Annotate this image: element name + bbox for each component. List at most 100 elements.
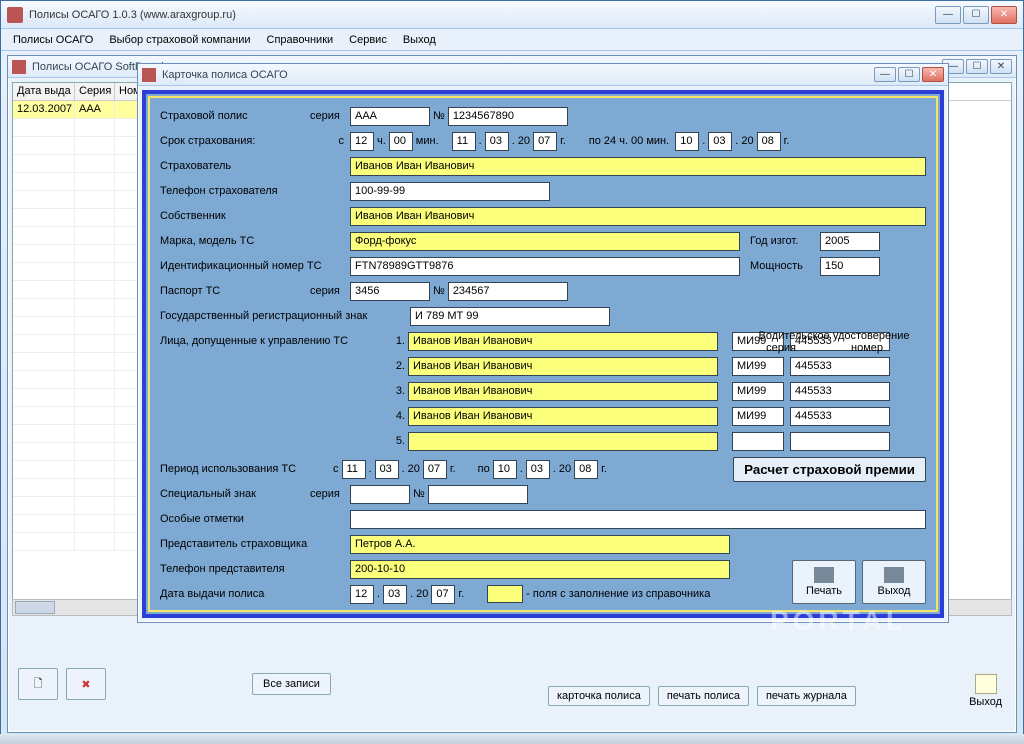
exit-icon [884,567,904,583]
label-vehicle: Марка, модель ТС [160,235,350,247]
menubar: Полисы ОСАГО Выбор страховой компании Сп… [1,29,1023,51]
driver-license-number[interactable] [790,407,890,426]
to-month-field[interactable] [708,132,732,151]
print-button[interactable]: Печать [792,560,856,604]
dialog-title: Карточка полиса ОСАГО [162,69,874,81]
passport-series-field[interactable] [350,282,430,301]
close-button[interactable]: ✕ [922,67,944,82]
rep-phone-field[interactable] [350,560,730,579]
close-button[interactable]: ✕ [990,59,1012,74]
exit-button[interactable]: Выход [862,560,926,604]
special-series-field[interactable] [350,485,410,504]
driver-license-series[interactable] [732,407,784,426]
maximize-button[interactable]: ☐ [966,59,988,74]
insurer-field[interactable] [350,157,926,176]
driver-license-series[interactable] [732,357,784,376]
driver-name-field[interactable] [408,357,718,376]
label-from: с [310,135,350,147]
printer-icon [814,567,834,583]
use-from-month[interactable] [375,460,399,479]
driver-license-series[interactable] [732,382,784,401]
driver-license-number[interactable] [790,357,890,376]
label-rep-phone: Телефон представителя [160,563,350,575]
rep-field[interactable] [350,535,730,554]
exit-label: Выход [969,696,1002,708]
window-title: Полисы ОСАГО 1.0.3 (www.araxgroup.ru) [29,9,935,21]
legend-swatch [487,585,523,603]
driver-license-series[interactable] [732,432,784,451]
label-reg-plate: Государственный регистрационный знак [160,310,410,322]
driver-name-field[interactable] [408,407,718,426]
policy-card-dialog: Карточка полиса ОСАГО — ☐ ✕ Страховой по… [137,63,949,623]
minimize-button[interactable]: — [874,67,896,82]
cell[interactable]: 12.03.2007 [13,101,75,119]
label-passport: Паспорт ТС [160,285,310,297]
label-power: Мощность [750,260,820,272]
minimize-button[interactable]: — [935,6,961,24]
driver-name-field[interactable] [408,432,718,451]
from-mm-field[interactable] [389,132,413,151]
label-number: № [430,110,448,122]
column-header[interactable]: Серия [75,83,115,100]
use-to-year[interactable] [574,460,598,479]
menu-item[interactable]: Выход [397,32,442,48]
driver-name-field[interactable] [408,382,718,401]
menu-item[interactable]: Полисы ОСАГО [7,32,99,48]
notes-field[interactable] [350,510,926,529]
vehicle-field[interactable] [350,232,740,251]
to-day-field[interactable] [675,132,699,151]
use-to-day[interactable] [493,460,517,479]
maximize-button[interactable]: ☐ [898,67,920,82]
policy-series-field[interactable] [350,107,430,126]
outer-titlebar: Полисы ОСАГО 1.0.3 (www.araxgroup.ru) — … [1,1,1023,29]
use-to-month[interactable] [526,460,550,479]
from-year-field[interactable] [533,132,557,151]
reg-plate-field[interactable] [410,307,610,326]
all-records-button[interactable]: Все записи [252,673,331,695]
power-field[interactable] [820,257,880,276]
label-policy: Страховой полис [160,110,310,122]
from-hh-field[interactable] [350,132,374,151]
driver-name-field[interactable] [408,332,718,351]
use-from-year[interactable] [423,460,447,479]
driver-license-number[interactable] [790,382,890,401]
label-insurer-phone: Телефон страхователя [160,185,350,197]
menu-item[interactable]: Справочники [261,32,340,48]
taskbar [0,734,1024,744]
passport-number-field[interactable] [448,282,568,301]
calc-premium-button[interactable]: Расчет страховой премии [733,457,926,482]
label-until: по 24 ч. 00 мин. [589,135,669,147]
column-header[interactable]: Дата выда [13,83,75,100]
cell[interactable]: ААА [75,101,115,119]
special-number-field[interactable] [428,485,528,504]
insurer-phone-field[interactable] [350,182,550,201]
new-button[interactable]: 🗋 [18,668,58,700]
card-button[interactable]: карточка полиса [548,686,650,706]
from-month-field[interactable] [485,132,509,151]
menu-item[interactable]: Сервис [343,32,393,48]
label-drivers: Лица, допущенные к управлению ТС [160,335,390,347]
label-use-period: Период использования ТС [160,463,330,475]
label-owner: Собственник [160,210,350,222]
to-year-field[interactable] [757,132,781,151]
label-rep: Представитель страховщика [160,538,350,550]
label-issue-date: Дата выдачи полиса [160,588,350,600]
from-day-field[interactable] [452,132,476,151]
owner-field[interactable] [350,207,926,226]
issue-month[interactable] [383,585,407,604]
driver-license-number[interactable] [790,432,890,451]
year-made-field[interactable] [820,232,880,251]
menu-item[interactable]: Выбор страховой компании [103,32,256,48]
maximize-button[interactable]: ☐ [963,6,989,24]
delete-button[interactable]: ✖ [66,668,106,700]
label-insurer: Страхователь [160,160,350,172]
issue-day[interactable] [350,585,374,604]
vin-field[interactable] [350,257,740,276]
use-from-day[interactable] [342,460,366,479]
policy-number-field[interactable] [448,107,568,126]
print-policy-button[interactable]: печать полиса [658,686,749,706]
print-journal-button[interactable]: печать журнала [757,686,856,706]
exit-icon[interactable] [975,674,997,694]
issue-year[interactable] [431,585,455,604]
close-button[interactable]: ✕ [991,6,1017,24]
